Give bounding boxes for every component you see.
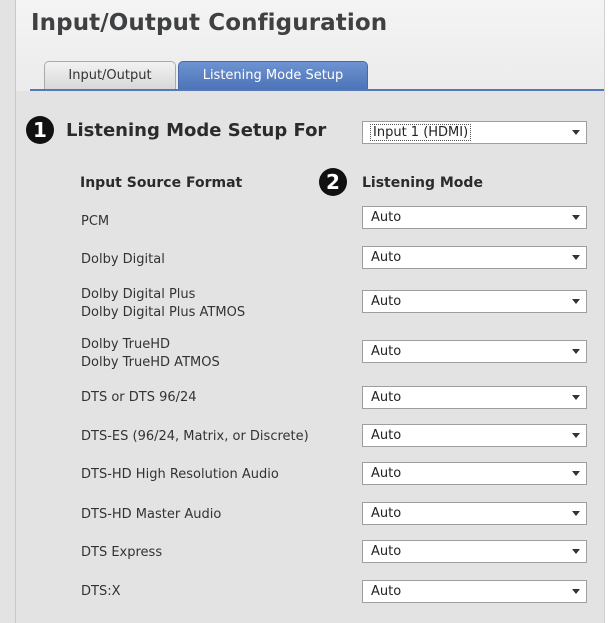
- listening-mode-select[interactable]: Auto: [362, 502, 587, 525]
- listening-mode-value: Auto: [371, 428, 402, 443]
- source-format-label: Dolby TrueHD ATMOS: [81, 355, 220, 370]
- chevron-down-icon: [572, 511, 580, 516]
- chevron-down-icon: [572, 215, 580, 220]
- right-margin: [605, 0, 616, 623]
- input-select-value: Input 1 (HDMI): [370, 124, 472, 141]
- chevron-down-icon: [572, 549, 580, 554]
- chevron-down-icon: [572, 349, 580, 354]
- tab-input-output[interactable]: Input/Output: [44, 61, 176, 89]
- listening-mode-value: Auto: [371, 294, 402, 309]
- source-format-label: PCM: [81, 214, 110, 229]
- listening-mode-select[interactable]: Auto: [362, 386, 587, 409]
- listening-mode-value: Auto: [371, 210, 402, 225]
- setup-for-label: Listening Mode Setup For: [66, 120, 327, 141]
- listening-mode-value: Auto: [371, 506, 402, 521]
- listening-mode-select[interactable]: Auto: [362, 206, 587, 229]
- page-title: Input/Output Configuration: [31, 10, 388, 36]
- source-format-label: DTS-ES (96/24, Matrix, or Discrete): [81, 429, 309, 444]
- listening-mode-select[interactable]: Auto: [362, 540, 587, 563]
- source-format-label: Dolby TrueHD: [81, 337, 171, 352]
- step-2-marker: 2: [319, 168, 347, 196]
- chevron-down-icon: [572, 255, 580, 260]
- input-select[interactable]: Input 1 (HDMI): [362, 121, 587, 144]
- chevron-down-icon: [572, 433, 580, 438]
- config-panel: Input/Output Configuration Input/Output …: [0, 0, 616, 623]
- step-1-marker: 1: [26, 116, 54, 144]
- listening-mode-value: Auto: [371, 466, 402, 481]
- chevron-down-icon: [572, 471, 580, 476]
- listening-mode-value: Auto: [371, 250, 402, 265]
- listening-mode-select[interactable]: Auto: [362, 340, 587, 363]
- chevron-down-icon: [572, 395, 580, 400]
- listening-mode-value: Auto: [371, 544, 402, 559]
- source-format-label: DTS:X: [81, 584, 121, 599]
- source-format-label: DTS-HD High Resolution Audio: [81, 467, 279, 482]
- listening-mode-select[interactable]: Auto: [362, 462, 587, 485]
- source-format-label: Dolby Digital Plus ATMOS: [81, 305, 246, 320]
- listening-mode-value: Auto: [371, 390, 402, 405]
- listening-mode-value: Auto: [371, 344, 402, 359]
- column-header-mode: Listening Mode: [362, 175, 483, 191]
- source-format-label: DTS-HD Master Audio: [81, 507, 222, 522]
- chevron-down-icon: [572, 299, 580, 304]
- source-format-label: Dolby Digital: [81, 252, 165, 267]
- source-format-label: DTS Express: [81, 545, 163, 560]
- chevron-down-icon: [572, 589, 580, 594]
- listening-mode-select[interactable]: Auto: [362, 246, 587, 269]
- column-header-source: Input Source Format: [80, 175, 243, 191]
- listening-mode-select[interactable]: Auto: [362, 580, 587, 603]
- listening-mode-value: Auto: [371, 584, 402, 599]
- listening-mode-select[interactable]: Auto: [362, 424, 587, 447]
- source-format-label: Dolby Digital Plus: [81, 287, 196, 302]
- chevron-down-icon: [572, 130, 580, 135]
- source-format-label: DTS or DTS 96/24: [81, 390, 197, 405]
- listening-mode-select[interactable]: Auto: [362, 290, 587, 313]
- tab-listening-mode-setup[interactable]: Listening Mode Setup: [178, 61, 368, 89]
